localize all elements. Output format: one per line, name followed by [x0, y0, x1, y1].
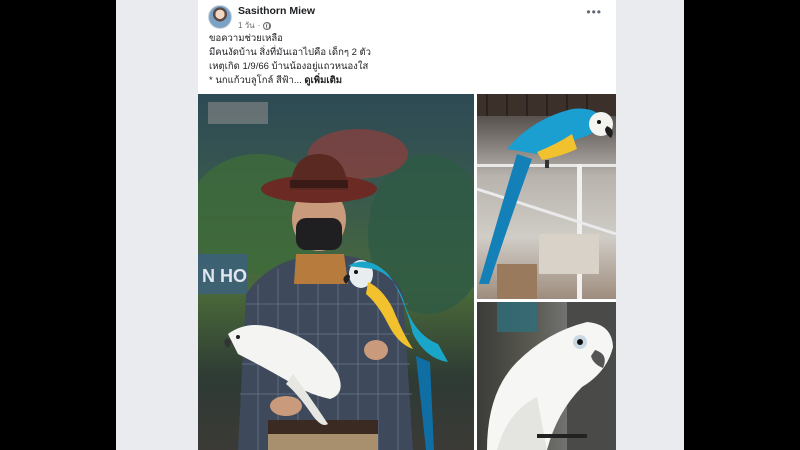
globe-icon — [263, 21, 272, 30]
post-line: เหตุเกิด 1/9/66 บ้านน้องอยู่แถวหนองใส — [209, 61, 369, 72]
post-text: ขอความช่วยเหลือ มีคนงัดบ้าน สิ่งที่มันเอ… — [209, 32, 604, 88]
post-line: มีคนงัดบ้าน สิ่งที่มันเอาไปคือ เด็กๆ 2 ต… — [209, 47, 372, 58]
post-line: * นกแก้วบลูโกล์ สีฟ้า... ดูเพิ่มเติม — [209, 74, 604, 88]
author-avatar[interactable] — [208, 5, 232, 29]
facebook-post-card: Sasithorn Miew 1 วัน · ••• ขอความช่วยเหล… — [198, 0, 616, 450]
post-meta: 1 วัน · — [238, 19, 272, 32]
photo-macaw-on-rail[interactable] — [477, 94, 616, 299]
sign-text: N HO — [202, 266, 247, 286]
author-name[interactable]: Sasithorn Miew — [238, 5, 315, 17]
photo-man-with-parrots[interactable]: N HO — [198, 94, 474, 450]
photo-white-cockatoo[interactable] — [477, 302, 616, 450]
photo-white-cockatoo-drawing — [487, 302, 616, 450]
photo-grid: N HO — [198, 94, 616, 450]
post-line: ขอความช่วยเหลือ — [209, 33, 283, 44]
post-timestamp[interactable]: 1 วัน — [238, 19, 255, 32]
photo-man-with-parrots-drawing: N HO — [198, 102, 474, 450]
see-more-link[interactable]: ดูเพิ่มเติม — [304, 75, 342, 86]
post-line-truncated: * นกแก้วบลูโกล์ สีฟ้า... — [209, 75, 305, 86]
more-options-icon[interactable]: ••• — [586, 6, 602, 18]
photo-macaw-on-rail-drawing — [477, 94, 616, 299]
